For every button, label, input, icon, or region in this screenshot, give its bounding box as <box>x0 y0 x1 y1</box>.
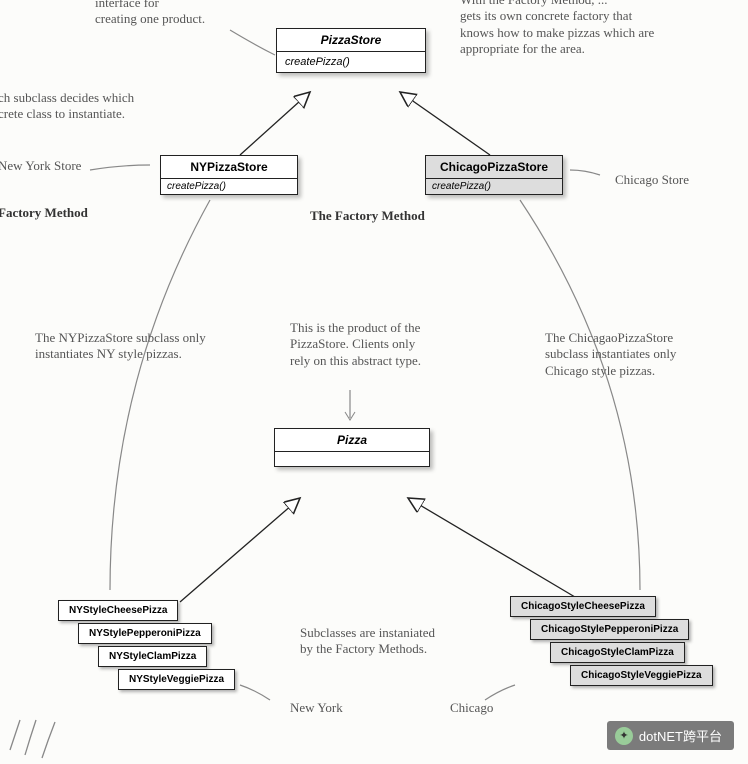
annotation-subclasses-instantiated: Subclasses are instaniated by the Factor… <box>300 625 435 658</box>
class-chicago-pizza-3: ChicagoStyleVeggiePizza <box>570 665 713 686</box>
class-ny-pizza-3: NYStyleVeggiePizza <box>118 669 235 690</box>
wechat-icon: ✦ <box>615 727 633 745</box>
annotation-factory-method-mid: The Factory Method <box>310 208 425 224</box>
annotation-new-york: New York <box>290 700 343 716</box>
class-title: ChicagoPizzaStore <box>426 156 562 179</box>
class-ny-pizza-2: NYStyleClamPizza <box>98 646 207 667</box>
class-method: createPizza() <box>277 52 425 72</box>
class-ny-pizza-0: NYStyleCheesePizza <box>58 600 178 621</box>
watermark-text: dotNET跨平台 <box>639 726 722 745</box>
class-chicago-pizza-store: ChicagoPizzaStore createPizza() <box>425 155 563 195</box>
watermark: ✦ dotNET跨平台 <box>607 721 734 750</box>
annotation-chicago-subclass: The ChicagaoPizzaStore subclass instanti… <box>545 330 676 379</box>
annotation-product: This is the product of the PizzaStore. C… <box>290 320 421 369</box>
annotation-top-left: interface for creating one product. <box>95 0 205 28</box>
class-chicago-pizza-1: ChicagoStylePepperoniPizza <box>530 619 689 640</box>
class-title: NYPizzaStore <box>161 156 297 179</box>
class-title: PizzaStore <box>277 29 425 52</box>
class-pizza: Pizza <box>274 428 430 467</box>
class-title: Pizza <box>275 429 429 452</box>
class-chicago-pizza-2: ChicagoStyleClamPizza <box>550 642 685 663</box>
class-method: createPizza() <box>426 179 562 194</box>
annotation-chicago: Chicago <box>450 700 493 716</box>
annotation-subclass-decides: ch subclass decides which crete class to… <box>0 90 134 123</box>
annotation-ny-subclass: The NYPizzaStore subclass only instantia… <box>35 330 206 363</box>
class-pizza-store: PizzaStore createPizza() <box>276 28 426 73</box>
annotation-factory-method-left: Factory Method <box>0 205 88 221</box>
class-ny-pizza-1: NYStylePepperoniPizza <box>78 623 212 644</box>
annotation-ny-store: New York Store <box>0 158 81 174</box>
class-method: createPizza() <box>161 179 297 194</box>
annotation-top-right: With the Factory Method, ... gets its ow… <box>460 0 654 57</box>
class-ny-pizza-store: NYPizzaStore createPizza() <box>160 155 298 195</box>
class-body-empty <box>275 452 429 466</box>
annotation-chicago-store: Chicago Store <box>615 172 689 188</box>
class-chicago-pizza-0: ChicagoStyleCheesePizza <box>510 596 656 617</box>
